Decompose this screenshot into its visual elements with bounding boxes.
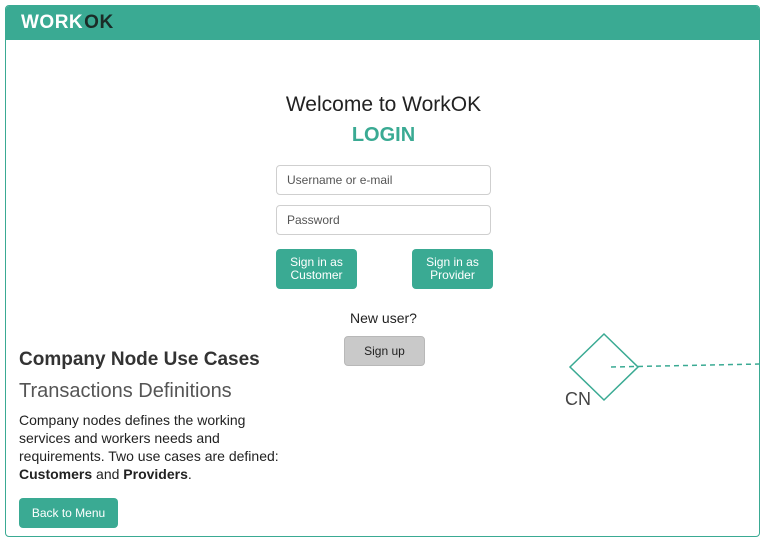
use-case-desc-text: Company nodes defines the working servic… — [19, 412, 279, 464]
use-case-and: and — [92, 466, 124, 482]
logo-text-work: WORK — [21, 12, 84, 33]
sign-in-provider-button[interactable]: Sign in as Provider — [412, 249, 493, 289]
workok-logo[interactable]: WORKOK — [21, 12, 114, 34]
company-node-diagram: CN — [565, 332, 759, 409]
sign-in-customer-line1: Sign in as — [290, 255, 343, 269]
use-case-customers: Customers — [19, 466, 93, 482]
use-case-title: Company Node Use Cases — [19, 349, 260, 370]
new-user-text: New user? — [350, 310, 417, 326]
use-case-subtitle: Transactions Definitions — [19, 380, 232, 402]
app-frame: WORKOK Welcome to WorkOK LOGIN Sign in a… — [5, 5, 760, 537]
sign-up-button[interactable]: Sign up — [344, 336, 425, 366]
top-bar: WORKOK — [6, 6, 759, 40]
sign-in-customer-button[interactable]: Sign in as Customer — [276, 249, 357, 289]
sign-in-provider-line2: Provider — [430, 268, 475, 282]
sign-in-provider-line1: Sign in as — [426, 255, 479, 269]
logo-text-k: K — [99, 12, 114, 33]
use-case-period: . — [187, 466, 192, 482]
username-input[interactable] — [276, 165, 491, 195]
back-to-menu-button[interactable]: Back to Menu — [19, 498, 118, 528]
use-case-providers: Providers — [123, 466, 188, 482]
use-case-description: Company nodes defines the working servic… — [19, 411, 289, 483]
login-title: LOGIN — [351, 124, 416, 146]
cn-node-label: CN — [565, 389, 591, 409]
sign-in-customer-line2: Customer — [290, 268, 343, 282]
cn-dashed-connector — [610, 363, 759, 368]
password-input[interactable] — [276, 205, 491, 235]
logo-text-o: O — [84, 12, 100, 33]
welcome-heading: Welcome to WorkOK — [285, 93, 482, 116]
